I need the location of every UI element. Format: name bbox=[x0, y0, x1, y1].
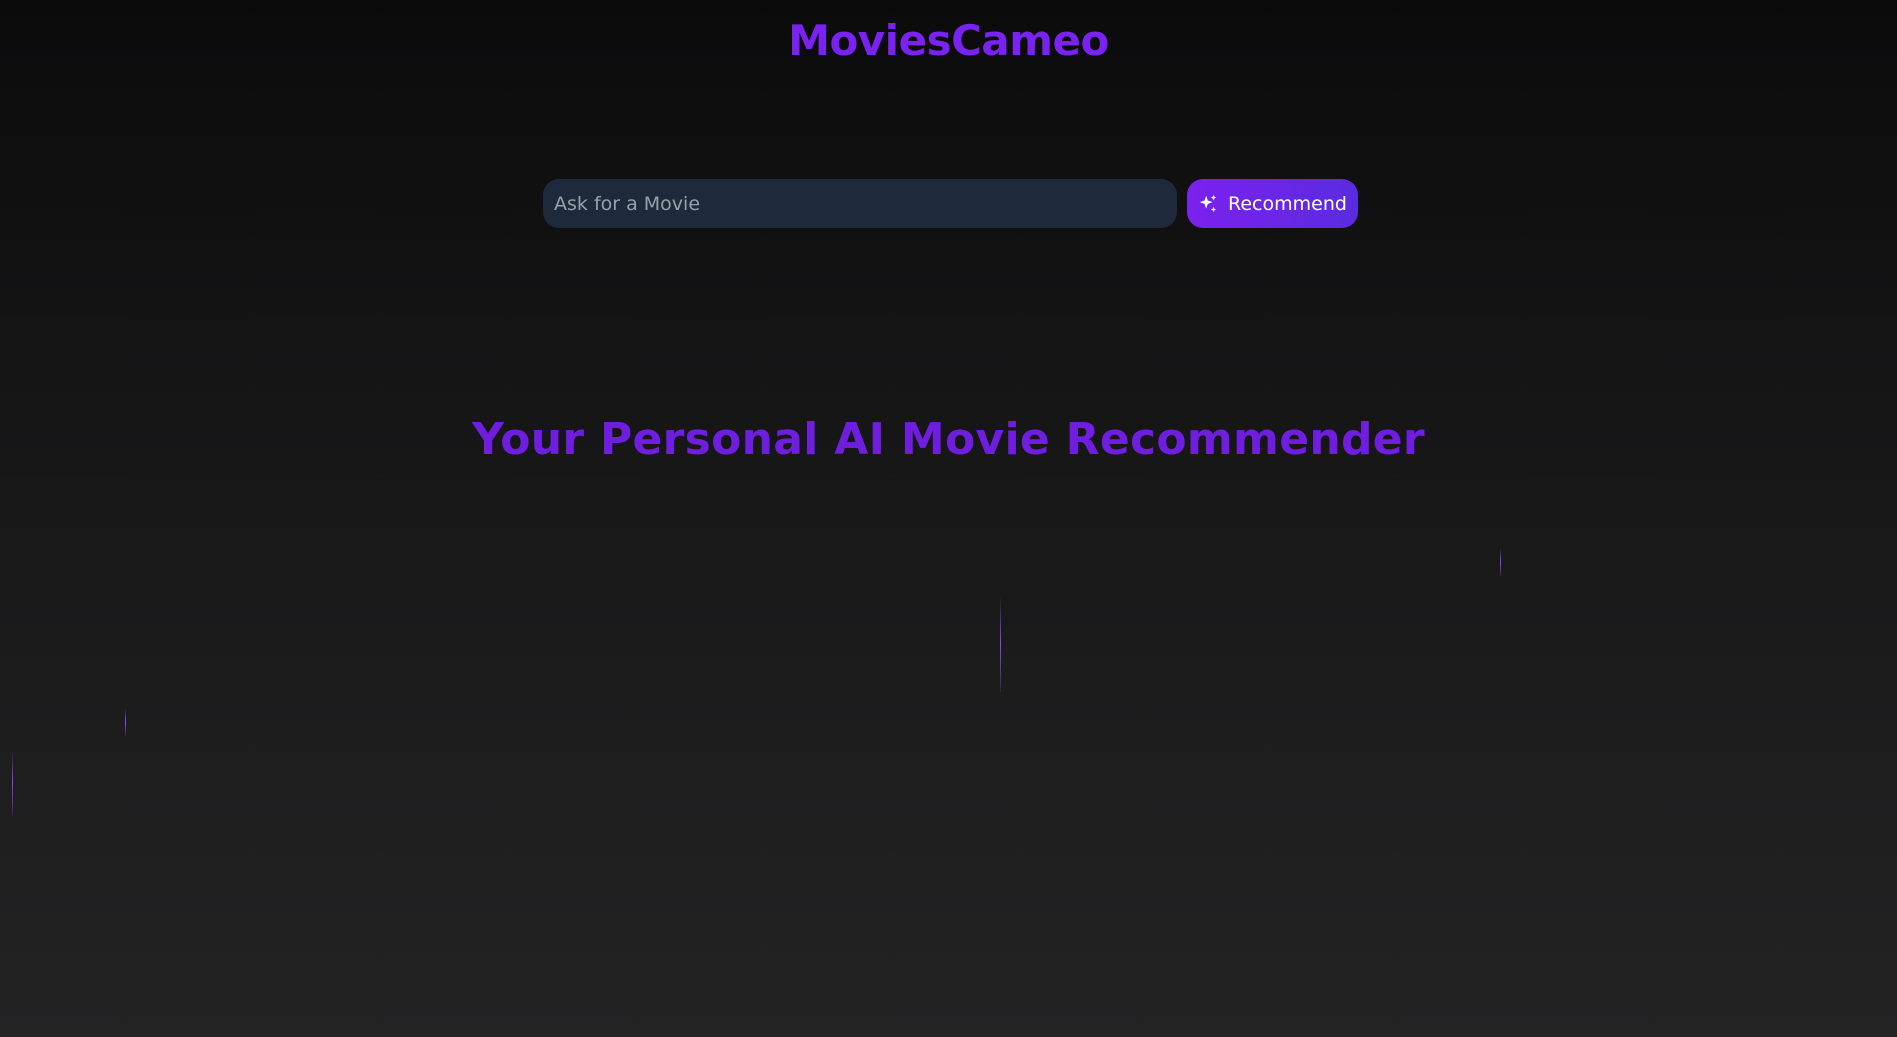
search-bar: Recommend bbox=[543, 179, 1358, 228]
movie-search-input[interactable] bbox=[543, 179, 1177, 228]
brand-logo-text[interactable]: MoviesCameo bbox=[788, 16, 1109, 65]
sparkles-icon bbox=[1197, 193, 1219, 215]
light-streak-decoration bbox=[1500, 548, 1501, 576]
light-streak-decoration bbox=[1000, 596, 1001, 692]
light-streak-decoration bbox=[125, 708, 126, 736]
recommend-button-label: Recommend bbox=[1228, 192, 1347, 215]
recommend-button[interactable]: Recommend bbox=[1187, 179, 1358, 228]
light-streak-decoration bbox=[12, 750, 13, 816]
hero-title: Your Personal AI Movie Recommender bbox=[472, 414, 1425, 465]
app-header: MoviesCameo bbox=[0, 0, 1897, 90]
